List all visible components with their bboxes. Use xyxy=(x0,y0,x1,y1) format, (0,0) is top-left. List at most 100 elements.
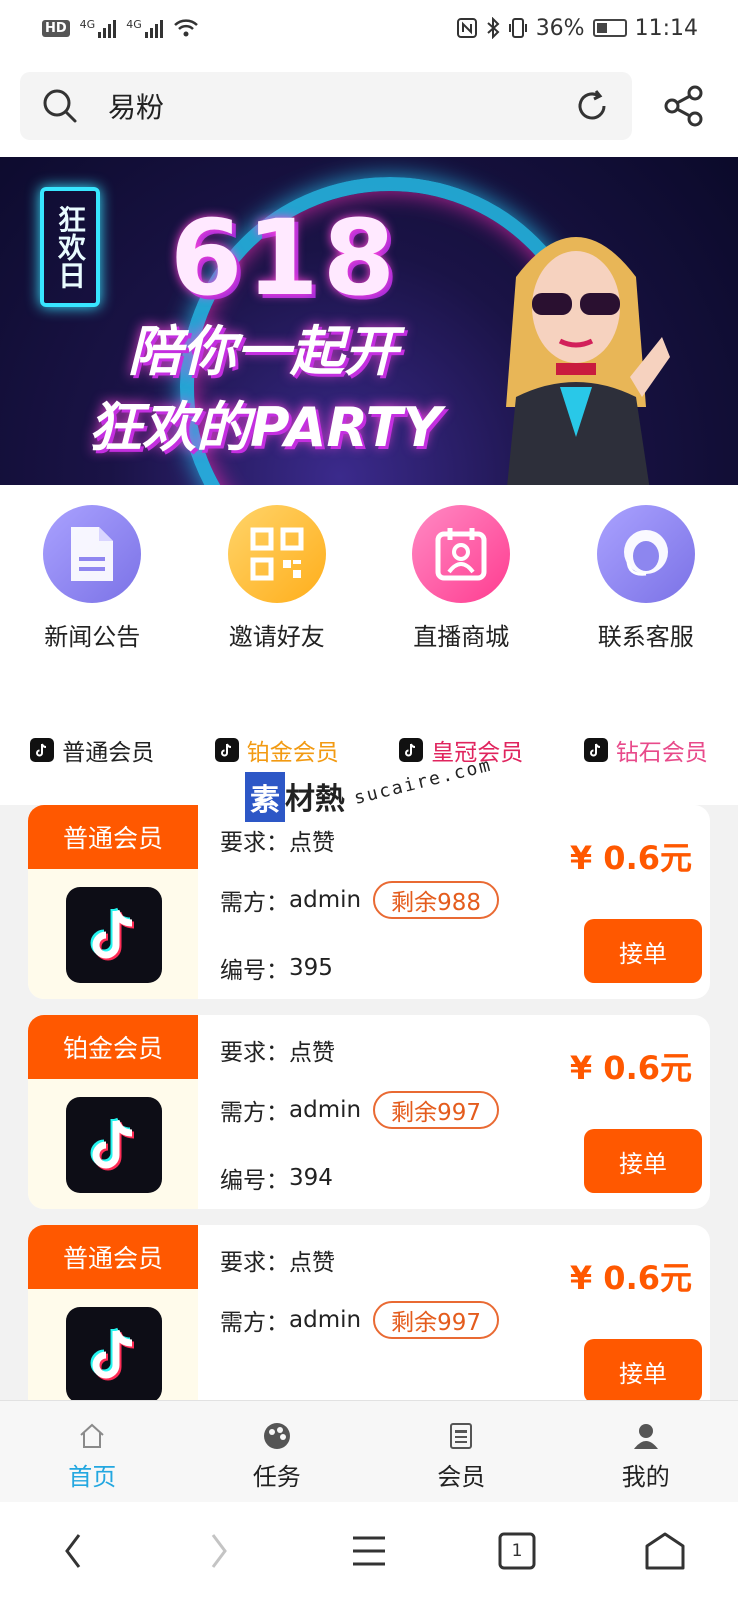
requirement-row: 要求： 点赞 xyxy=(220,823,335,857)
requirement-value: 点赞 xyxy=(289,1250,335,1276)
tab-count: 1 xyxy=(511,1541,523,1561)
tab-label: 任务 xyxy=(252,1463,301,1491)
nav-invite[interactable]: 邀请好友 xyxy=(185,505,370,665)
status-left: HD 4G 4G xyxy=(42,18,199,38)
member-card-icon xyxy=(450,1423,473,1449)
id-label: 编号： xyxy=(220,958,289,984)
refresh-icon[interactable] xyxy=(574,88,610,124)
home-button[interactable] xyxy=(640,1526,690,1576)
remaining-badge: 剩余988 xyxy=(373,881,499,919)
nav-circle xyxy=(43,505,142,603)
search-input[interactable]: 易粉 xyxy=(108,86,574,126)
id-value: 394 xyxy=(289,1165,333,1191)
watermark: 素 材熱 sucaire.com xyxy=(245,754,495,826)
tier-regular[interactable]: 普通会员 xyxy=(0,728,185,772)
search-bar[interactable]: 易粉 xyxy=(20,72,632,140)
requirement-value: 点赞 xyxy=(289,1040,335,1066)
requester-label: 需方： xyxy=(220,1100,289,1126)
calendar-user-icon xyxy=(435,528,487,581)
back-button[interactable] xyxy=(48,1526,98,1576)
pentagon-home-icon xyxy=(645,1532,685,1570)
nav-live-mall[interactable]: 直播商城 xyxy=(369,505,554,665)
clock: 11:14 xyxy=(634,15,698,41)
card-left: 普通会员 xyxy=(28,805,198,999)
tiktok-icon xyxy=(399,738,424,762)
tabs-button[interactable]: 1 xyxy=(492,1526,542,1576)
tab-label: 会员 xyxy=(437,1463,486,1491)
nav-circle xyxy=(596,505,695,603)
card-tier-tag: 普通会员 xyxy=(28,805,198,869)
requester-row: 需方： admin 剩余997 xyxy=(220,1091,499,1129)
id-label: 编号： xyxy=(220,1168,289,1194)
member-tier-tabs: 普通会员 铂金会员 皇冠会员 钻石会员 xyxy=(0,728,738,772)
banner-line-2: 狂欢的PARTY xyxy=(88,396,442,459)
nav-label: 直播商城 xyxy=(413,623,510,651)
battery-percent: 36% xyxy=(535,15,585,41)
accept-order-button[interactable]: 接单 xyxy=(584,1129,702,1193)
price: ¥ 0.6元 xyxy=(569,1259,692,1297)
battery-icon xyxy=(592,19,627,37)
tier-label: 钻石会员 xyxy=(615,740,708,766)
requirement-row: 要求： 点赞 xyxy=(220,1243,335,1277)
user-icon xyxy=(633,1424,658,1449)
palette-icon xyxy=(263,1423,290,1449)
requester-row: 需方： admin 剩余997 xyxy=(220,1301,499,1339)
banner-sign: 狂欢日 xyxy=(40,187,100,307)
requirement-value: 点赞 xyxy=(289,830,335,856)
id-value: 395 xyxy=(289,955,333,981)
tab-member[interactable]: 会员 xyxy=(369,1401,554,1502)
task-card: 普通会员 要求： 点赞 需方： admin 剩余988 编号： 395 ¥ 0.6元 接… xyxy=(28,805,710,999)
tier-diamond[interactable]: 钻石会员 xyxy=(554,728,738,772)
requester-label: 需方： xyxy=(220,1310,289,1336)
task-card: 铂金会员 要求： 点赞 需方： admin 剩余997 编号： 394 ¥ 0.6元 接… xyxy=(28,1015,710,1209)
signal-icon: 4G xyxy=(126,18,163,38)
tier-platinum[interactable]: 铂金会员 xyxy=(185,728,370,772)
tier-label: 普通会员 xyxy=(62,740,155,766)
tiktok-app-icon xyxy=(66,1307,162,1401)
search-icon xyxy=(43,89,77,123)
nav-news[interactable]: 新闻公告 xyxy=(0,505,185,665)
watermark-box: 素 xyxy=(245,772,285,822)
requester-value: admin xyxy=(289,1307,362,1333)
bluetooth-icon xyxy=(487,17,500,39)
party-girl-illustration xyxy=(506,237,670,485)
requirement-label: 要求： xyxy=(220,1040,289,1066)
nav-circle xyxy=(412,505,511,603)
promo-banner[interactable]: 狂欢日 618 陪你一起开 狂欢的PARTY xyxy=(0,157,738,485)
remaining-badge: 剩余997 xyxy=(373,1301,499,1339)
tiktok-app-icon xyxy=(66,887,162,983)
tiktok-icon xyxy=(583,738,608,762)
share-icon[interactable] xyxy=(662,84,706,128)
card-tier-tag: 铂金会员 xyxy=(28,1015,198,1079)
menu-button[interactable] xyxy=(344,1526,394,1576)
nav-circle xyxy=(227,505,326,603)
requester-value: admin xyxy=(289,1097,362,1123)
chevron-left-icon xyxy=(65,1534,81,1568)
forward-button[interactable] xyxy=(194,1526,244,1576)
tab-tasks[interactable]: 任务 xyxy=(185,1401,370,1502)
nav-customer-service[interactable]: 联系客服 xyxy=(554,505,738,665)
banner-line-1: 陪你一起开 xyxy=(128,320,398,383)
status-right: 36% 11:14 xyxy=(456,16,698,41)
requester-row: 需方： admin 剩余988 xyxy=(220,881,499,919)
accept-order-button[interactable]: 接单 xyxy=(584,1339,702,1401)
vibrate-icon xyxy=(508,18,527,38)
remaining-badge: 剩余997 xyxy=(373,1091,499,1129)
quick-nav: 新闻公告 邀请好友 直播商城 联系客服 xyxy=(0,505,738,665)
task-list[interactable]: 普通会员 要求： 点赞 需方： admin 剩余988 编号： 395 ¥ 0.6元 接… xyxy=(0,805,738,1401)
accept-order-button[interactable]: 接单 xyxy=(584,919,702,983)
tiktok-icon xyxy=(214,738,239,762)
tab-label: 首页 xyxy=(68,1463,117,1491)
task-card: 普通会员 要求： 点赞 需方： admin 剩余997 ¥ 0.6元 接单 xyxy=(28,1225,710,1401)
tab-mine[interactable]: 我的 xyxy=(554,1401,738,1502)
qr-code-icon xyxy=(250,527,304,581)
card-left: 铂金会员 xyxy=(28,1015,198,1209)
tab-home[interactable]: 首页 xyxy=(0,1401,185,1502)
watermark-text: 材熱 xyxy=(285,782,345,817)
tier-label: 铂金会员 xyxy=(246,740,339,766)
card-tier-tag: 普通会员 xyxy=(28,1225,198,1289)
card-left: 普通会员 xyxy=(28,1225,198,1401)
wifi-icon xyxy=(173,19,198,37)
status-bar: HD 4G 4G 36% 11:14 xyxy=(0,0,738,56)
price: ¥ 0.6元 xyxy=(569,1049,692,1087)
